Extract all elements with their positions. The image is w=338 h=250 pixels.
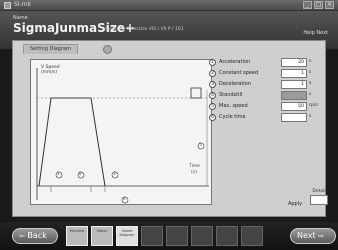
param-label: Max. speed <box>219 103 248 109</box>
param-row: 4 Standstill s <box>209 91 321 101</box>
help-link[interactable]: Help Next <box>303 30 328 36</box>
maximize-button[interactable]: □ <box>314 1 323 9</box>
param-number: 5 <box>209 103 216 110</box>
step-speed-diagram[interactable]: Speed Diagram <box>116 226 138 246</box>
back-button[interactable]: ⇦ Back <box>12 228 58 244</box>
callout-4-label: 4 <box>123 197 126 202</box>
param-number: 4 <box>209 92 216 99</box>
callout-1-label: 1 <box>57 172 60 177</box>
apply-button[interactable]: Apply <box>281 199 309 211</box>
step-4[interactable] <box>141 226 163 246</box>
param-unit: s <box>309 59 312 64</box>
param-label: Cycle time <box>219 114 246 120</box>
x-axis-unit: (s) <box>191 170 197 175</box>
step-machine[interactable]: Machine <box>66 226 88 246</box>
product-subtitle: Sigma Ta Selection VIS / V0 P / 101 <box>105 27 184 32</box>
step-5[interactable] <box>166 226 188 246</box>
y-axis-label-line-2: (mm/s) <box>41 70 58 75</box>
callout-3-label: 3 <box>113 172 116 177</box>
navigation-bar: ⇦ Back Machine Motor Speed Diagram Next … <box>0 222 338 250</box>
parameter-list: 1 Acceleration 20 s 2 Constant speed 1 s… <box>209 58 321 124</box>
callout-2-label: 2 <box>79 172 82 177</box>
param-unit: s <box>309 70 312 75</box>
next-label: Next <box>297 231 316 240</box>
zoom-box <box>190 87 202 99</box>
minimize-button[interactable]: _ <box>303 1 312 9</box>
speed-diagram: V Speed (mm/s) 1 2 3 4 5 Time (s) <box>30 59 212 205</box>
speed-diagram-svg <box>36 68 209 204</box>
cycle-time-input[interactable] <box>281 113 307 122</box>
window-title: SI-mk <box>14 1 32 8</box>
standstill-input[interactable] <box>281 91 307 100</box>
callout-5-label: 5 <box>199 143 202 148</box>
param-row: 1 Acceleration 20 s <box>209 58 321 68</box>
title-bar: SI-mk _ □ × <box>0 0 338 11</box>
param-unit: s <box>309 92 312 97</box>
param-row: 2 Constant speed 1 s <box>209 69 321 79</box>
param-unit: rpm <box>309 103 319 108</box>
detail-group: Detail <box>309 189 329 209</box>
main-panel: Setting Diagram V Speed (mm/s) 1 2 3 4 5 <box>12 40 329 217</box>
param-number: 3 <box>209 81 216 88</box>
step-8[interactable] <box>241 226 263 246</box>
detail-button[interactable] <box>310 195 328 205</box>
x-axis-label: Time <box>189 164 201 169</box>
back-arrow-icon: ⇦ <box>19 232 25 240</box>
speed-profile <box>38 97 106 187</box>
y-axis-label: V Speed (mm/s) <box>41 65 60 75</box>
param-number: 1 <box>209 59 216 66</box>
step-motor[interactable]: Motor <box>91 226 113 246</box>
step-6[interactable] <box>191 226 213 246</box>
info-icon[interactable] <box>103 45 112 54</box>
param-row: 6 Cycle time s <box>209 113 321 123</box>
param-row: 3 Deceleration 1 s <box>209 80 321 90</box>
acceleration-input[interactable]: 20 <box>281 58 307 67</box>
detail-label: Detail <box>312 189 326 194</box>
window-controls: _ □ × <box>303 1 334 9</box>
app-icon <box>4 2 11 9</box>
step-indicator: Machine Motor Speed Diagram <box>66 226 263 246</box>
close-button[interactable]: × <box>325 1 334 9</box>
param-number: 2 <box>209 70 216 77</box>
max-speed-input[interactable]: 50 <box>281 102 307 111</box>
deceleration-input[interactable]: 1 <box>281 80 307 89</box>
next-button[interactable]: Next ⇨ <box>290 228 336 244</box>
param-label: Deceleration <box>219 81 251 87</box>
back-label: Back <box>27 231 47 240</box>
param-row: 5 Max. speed 50 rpm <box>209 102 321 112</box>
param-label: Acceleration <box>219 59 251 65</box>
param-unit: s <box>309 114 312 119</box>
constant-speed-input[interactable]: 1 <box>281 69 307 78</box>
tab-setting-diagram[interactable]: Setting Diagram <box>23 44 78 54</box>
param-number: 6 <box>209 114 216 121</box>
param-unit: s <box>309 81 312 86</box>
step-7[interactable] <box>216 226 238 246</box>
param-label: Constant speed <box>219 70 259 76</box>
next-arrow-icon: ⇨ <box>318 232 325 240</box>
param-label: Standstill <box>219 92 243 98</box>
